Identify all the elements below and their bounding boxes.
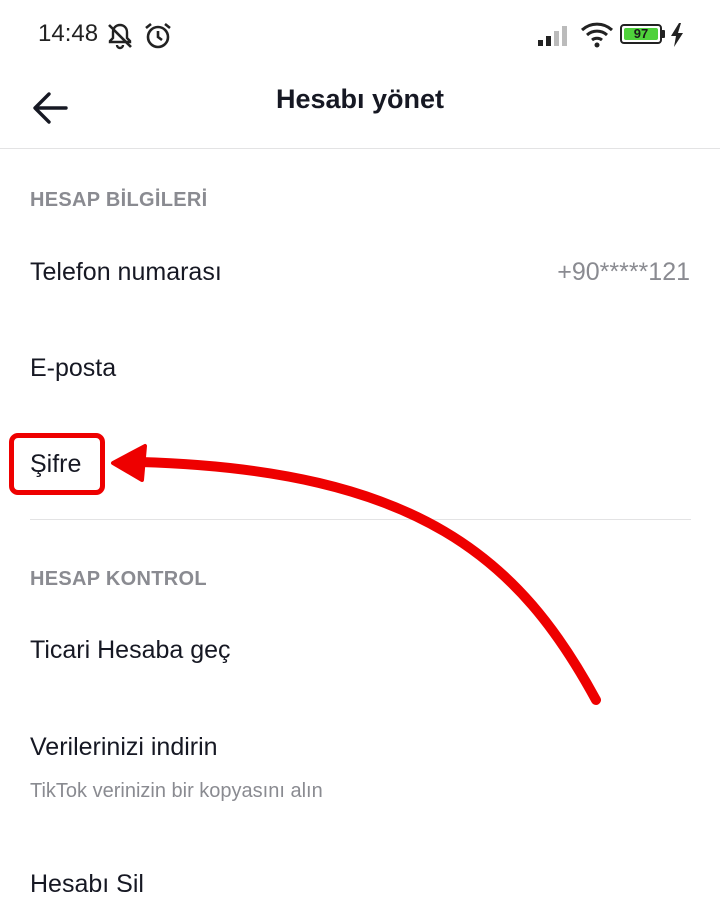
section-header-account-info: HESAP BİLGİLERİ — [30, 189, 208, 211]
delete-account-label: Hesabı Sil — [30, 870, 144, 898]
phone-number-row[interactable]: Telefon numarası +90*****121 — [0, 232, 720, 312]
email-row[interactable]: E-posta — [0, 328, 720, 408]
header: Hesabı yönet — [0, 70, 720, 149]
battery-level: 97 — [633, 26, 649, 41]
annotation-highlight-box — [9, 433, 105, 495]
charging-icon — [671, 23, 683, 47]
download-data-label: Verilerinizi indirin — [30, 733, 218, 761]
wifi-icon — [580, 22, 614, 48]
status-bar: 14:48 97 — [0, 0, 720, 70]
switch-business-account-label: Ticari Hesaba geç — [30, 636, 231, 664]
download-data-subtitle: TikTok verinizin bir kopyasını alın — [30, 780, 323, 802]
section-divider — [30, 519, 691, 520]
battery-icon: 97 — [620, 24, 662, 44]
signal-icon — [538, 26, 567, 46]
phone-number-label: Telefon numarası — [30, 258, 222, 286]
phone-number-value: +90*****121 — [557, 258, 690, 286]
password-row[interactable]: Şifre — [0, 424, 720, 504]
email-label: E-posta — [30, 354, 117, 382]
page-title: Hesabı yönet — [275, 84, 445, 114]
delete-account-row[interactable]: Hesabı Sil — [0, 842, 720, 922]
section-header-account-control: HESAP KONTROL — [30, 568, 207, 590]
status-time: 14:48 — [38, 20, 99, 47]
switch-business-account-row[interactable]: Ticari Hesaba geç — [0, 610, 720, 690]
download-data-row[interactable]: Verilerinizi indirin TikTok verinizin bi… — [0, 706, 720, 816]
alarm-icon — [145, 22, 171, 49]
battery-cap — [662, 30, 665, 38]
muted-notification-icon — [108, 23, 132, 50]
